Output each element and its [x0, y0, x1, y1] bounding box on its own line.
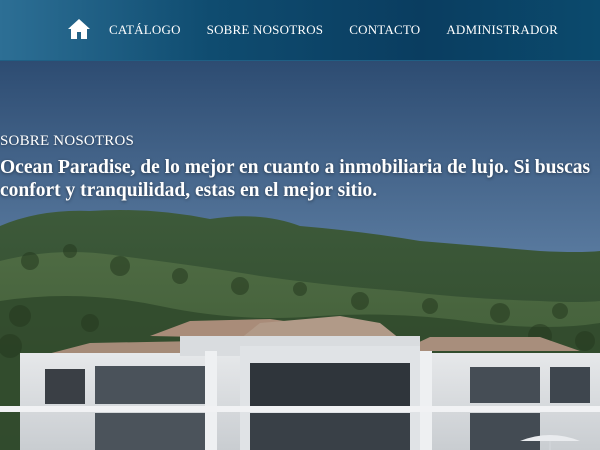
nav-link-contacto[interactable]: CONTACTO [349, 22, 420, 38]
nav-link-catalogo[interactable]: CATÁLOGO [109, 22, 181, 38]
nav-link-sobre-nosotros[interactable]: SOBRE NOSOTROS [207, 22, 324, 38]
nav-link-administrador[interactable]: ADMINISTRADOR [446, 22, 558, 38]
home-icon[interactable] [67, 17, 91, 41]
hero-eyebrow: SOBRE NOSOTROS [0, 133, 135, 149]
hero-text: SOBRE NOSOTROS Ocean Paradise, de lo mej… [0, 133, 600, 202]
hero-background-image [0, 61, 600, 450]
top-navbar: CATÁLOGO SOBRE NOSOTROS CONTACTO ADMINIS… [0, 0, 600, 61]
hero-headline: Ocean Paradise, de lo mejor en cuanto a … [0, 157, 591, 201]
hero-banner: SOBRE NOSOTROS Ocean Paradise, de lo mej… [0, 61, 600, 450]
